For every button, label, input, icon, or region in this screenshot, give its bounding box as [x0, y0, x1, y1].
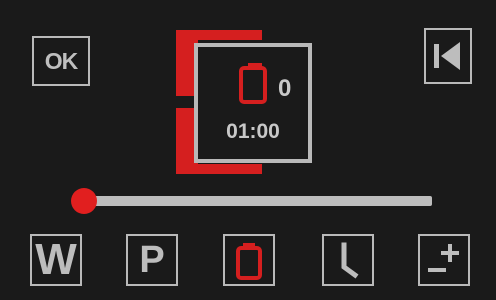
skip-back-icon [434, 42, 460, 70]
w-label: W [35, 235, 77, 284]
clock-hand-icon [341, 242, 359, 279]
ok-button[interactable]: OK [32, 36, 90, 86]
status-panel: 0 01:00 [194, 43, 312, 163]
w-button[interactable]: W [30, 234, 82, 286]
p-button[interactable]: P [126, 234, 178, 286]
battery-button[interactable] [223, 234, 275, 286]
plus-minus-button[interactable] [418, 234, 470, 286]
status-count: 0 [278, 75, 292, 102]
battery-icon [239, 63, 267, 104]
p-label: P [139, 239, 165, 281]
back-button[interactable] [424, 28, 472, 84]
status-time: 01:00 [226, 120, 280, 143]
plus-minus-icon [428, 244, 459, 272]
slider-thumb[interactable] [71, 188, 97, 214]
slider-track[interactable] [84, 196, 432, 206]
ok-label: OK [44, 47, 78, 74]
clock-button[interactable] [322, 234, 374, 286]
battery-icon [236, 243, 262, 280]
